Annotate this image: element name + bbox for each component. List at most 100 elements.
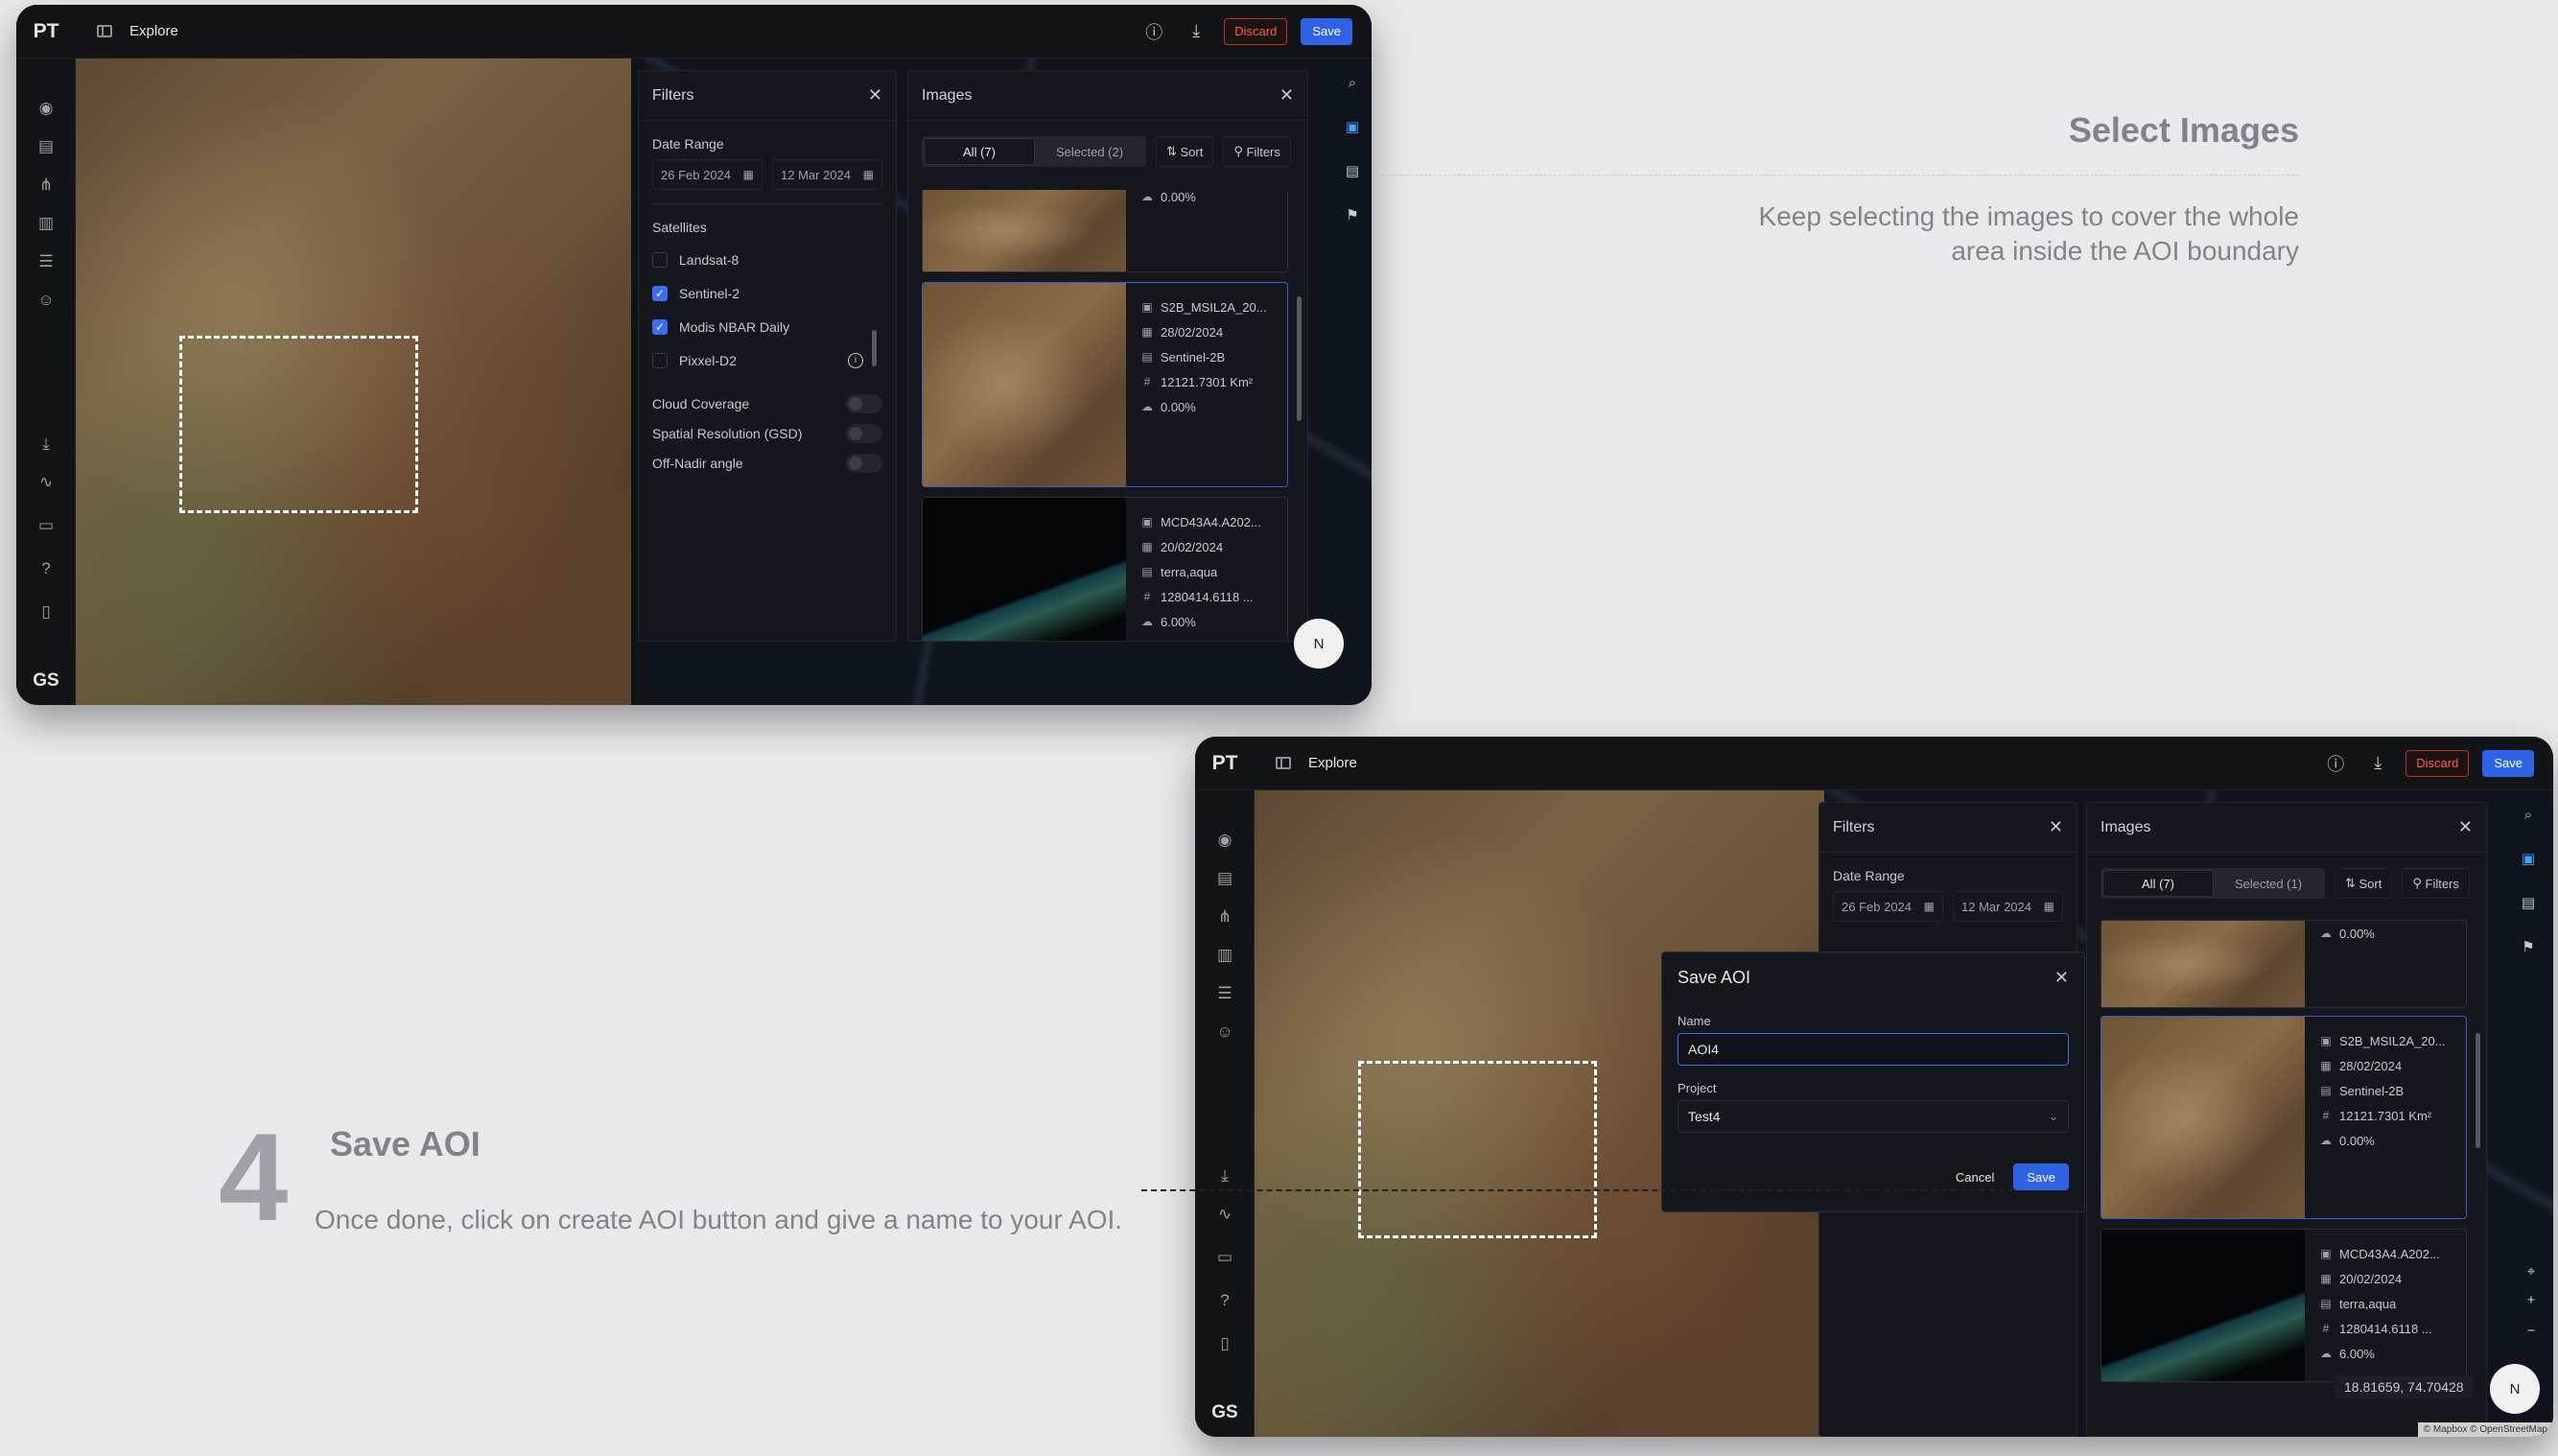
- image-card[interactable]: ▣ S2B_MSIL2A_20... ▦ 28/02/2024 ▤ Sentinel-…: [2100, 1016, 2467, 1219]
- checkbox[interactable]: ✓: [652, 285, 668, 301]
- search-icon[interactable]: ⌕: [2516, 802, 2541, 827]
- close-icon[interactable]: ✕: [2054, 968, 2069, 988]
- close-icon[interactable]: ✕: [2458, 817, 2473, 837]
- checkbox[interactable]: [652, 352, 668, 368]
- store-nav-icon[interactable]: ▥: [16, 214, 76, 233]
- tab-all[interactable]: All (7): [924, 138, 1035, 165]
- image-layer-icon[interactable]: ▣: [1340, 114, 1365, 139]
- satellite-option[interactable]: Landsat-8: [639, 243, 896, 276]
- team-nav-icon[interactable]: ☺: [1195, 1022, 1255, 1042]
- off-nadir-toggle[interactable]: Off-Nadir angle: [639, 448, 896, 478]
- map-nav-icon[interactable]: ▤: [1195, 869, 1255, 888]
- download-icon[interactable]: ⤓: [1182, 17, 1210, 46]
- zoom-in-icon[interactable]: +: [2519, 1287, 2544, 1312]
- start-date-input[interactable]: 26 Feb 2024 ▦: [652, 159, 763, 190]
- docs-nav-icon[interactable]: ▯: [16, 602, 76, 622]
- user-avatar[interactable]: GS: [16, 670, 76, 692]
- locate-icon[interactable]: ⌖: [2519, 1258, 2544, 1283]
- user-avatar[interactable]: GS: [1195, 1402, 1255, 1423]
- calendar-icon: ▦: [2320, 1272, 2332, 1285]
- zoom-out-icon[interactable]: −: [2519, 1318, 2544, 1343]
- activity-nav-icon[interactable]: ∿: [1195, 1205, 1255, 1224]
- top-bar: PT Explore ⓘ ⤓ Discard Save: [16, 5, 1372, 59]
- map-layer-icon[interactable]: ▤: [2516, 890, 2541, 915]
- project-select[interactable]: Test4 ⌄: [1678, 1100, 2069, 1133]
- workflow-nav-icon[interactable]: ⋔: [1195, 907, 1255, 927]
- flag-icon[interactable]: ⚑: [1340, 202, 1365, 227]
- aoi-name-input[interactable]: AOI4: [1678, 1033, 2069, 1066]
- scrollbar[interactable]: [1297, 296, 1302, 421]
- chat-nav-icon[interactable]: ▭: [16, 516, 76, 535]
- image-thumbnail: [923, 190, 1126, 271]
- tab-selected[interactable]: Selected (2): [1035, 138, 1144, 165]
- sort-button[interactable]: ⇅ Sort: [2335, 868, 2393, 899]
- image-card[interactable]: ☁ 0.00%: [922, 190, 1288, 272]
- close-icon[interactable]: ✕: [1279, 85, 1294, 106]
- aoi-boundary[interactable]: [179, 336, 418, 513]
- image-card[interactable]: ▣ MCD43A4.A202... ▦ 20/02/2024 ▤ terra,aqua…: [922, 497, 1288, 641]
- download-icon[interactable]: ⤓: [2363, 749, 2392, 778]
- resolution-toggle[interactable]: Spatial Resolution (GSD): [639, 418, 896, 448]
- image-icon: ▣: [1141, 300, 1153, 314]
- end-date-input[interactable]: 12 Mar 2024 ▦: [1953, 891, 2063, 922]
- scrollbar[interactable]: [2476, 1033, 2480, 1148]
- compass-nav-icon[interactable]: ◉: [1195, 831, 1255, 850]
- flag-icon[interactable]: ⚑: [2516, 934, 2541, 959]
- sidebar-toggle-icon[interactable]: [97, 25, 112, 37]
- start-date-input[interactable]: 26 Feb 2024 ▦: [1833, 891, 1943, 922]
- filters-button[interactable]: ⚲ Filters: [2402, 868, 2470, 899]
- cancel-button[interactable]: Cancel: [1946, 1163, 2004, 1190]
- chat-nav-icon[interactable]: ▭: [1195, 1248, 1255, 1267]
- image-filter-tabs[interactable]: All (7) Selected (1): [2100, 868, 2325, 899]
- image-filter-tabs[interactable]: All (7) Selected (2): [922, 136, 1146, 167]
- image-card[interactable]: ▣ MCD43A4.A202... ▦ 20/02/2024 ▤ terra,aqua…: [2100, 1229, 2467, 1382]
- sort-button[interactable]: ⇅ Sort: [1156, 136, 1214, 167]
- map-nav-icon[interactable]: ▤: [16, 137, 76, 156]
- aoi-boundary[interactable]: [1358, 1061, 1597, 1238]
- close-icon[interactable]: ✕: [868, 85, 882, 106]
- info-icon[interactable]: ⓘ: [1139, 17, 1168, 46]
- layers-nav-icon[interactable]: ☰: [1195, 984, 1255, 1003]
- save-button[interactable]: Save: [1301, 17, 1352, 45]
- calendar-icon: ▦: [2043, 900, 2054, 913]
- compass-nav-icon[interactable]: ◉: [16, 99, 76, 118]
- image-layer-icon[interactable]: ▣: [2516, 846, 2541, 871]
- image-thumbnail: [2101, 1230, 2305, 1381]
- store-nav-icon[interactable]: ▥: [1195, 946, 1255, 965]
- search-icon[interactable]: ⌕: [1340, 70, 1365, 95]
- step-select-title: Select Images: [2068, 110, 2299, 150]
- discard-button[interactable]: Discard: [2405, 749, 2470, 777]
- map-layer-icon[interactable]: ▤: [1340, 158, 1365, 183]
- page-title: Explore: [1308, 755, 1357, 771]
- end-date-input[interactable]: 12 Mar 2024 ▦: [772, 159, 882, 190]
- satellite-option[interactable]: ✓ Modis NBAR Daily: [639, 310, 896, 343]
- image-card[interactable]: ☁ 0.00%: [2100, 920, 2467, 1008]
- save-aoi-button[interactable]: Save: [2013, 1163, 2069, 1190]
- info-icon[interactable]: i: [848, 352, 863, 368]
- activity-nav-icon[interactable]: ∿: [16, 473, 76, 492]
- sidebar-toggle-icon[interactable]: [1276, 757, 1291, 769]
- download-nav-icon[interactable]: ⤓: [16, 434, 76, 454]
- layers-nav-icon[interactable]: ☰: [16, 252, 76, 271]
- docs-nav-icon[interactable]: ▯: [1195, 1334, 1255, 1353]
- help-nav-icon[interactable]: ?: [1195, 1291, 1255, 1310]
- save-button[interactable]: Save: [2482, 749, 2534, 777]
- satellite-option[interactable]: ✓ Sentinel-2: [639, 276, 896, 310]
- compass-icon[interactable]: N: [1294, 619, 1344, 669]
- close-icon[interactable]: ✕: [2049, 817, 2063, 837]
- checkbox[interactable]: ✓: [652, 318, 668, 335]
- download-nav-icon[interactable]: ⤓: [1195, 1166, 1255, 1186]
- cloud-coverage-toggle[interactable]: Cloud Coverage: [639, 388, 896, 418]
- workflow-nav-icon[interactable]: ⋔: [16, 176, 76, 195]
- satellite-option[interactable]: Pixxel-D2 i: [639, 343, 896, 377]
- discard-button[interactable]: Discard: [1224, 17, 1288, 45]
- tab-selected[interactable]: Selected (1): [2214, 870, 2323, 897]
- compass-icon[interactable]: N: [2490, 1364, 2540, 1414]
- team-nav-icon[interactable]: ☺: [16, 291, 76, 310]
- tab-all[interactable]: All (7): [2102, 870, 2214, 897]
- checkbox[interactable]: [652, 251, 668, 268]
- filters-button[interactable]: ⚲ Filters: [1223, 136, 1291, 167]
- info-icon[interactable]: ⓘ: [2321, 749, 2350, 778]
- help-nav-icon[interactable]: ?: [16, 559, 76, 578]
- image-card[interactable]: ▣ S2B_MSIL2A_20... ▦ 28/02/2024 ▤ Sentinel-…: [922, 282, 1288, 487]
